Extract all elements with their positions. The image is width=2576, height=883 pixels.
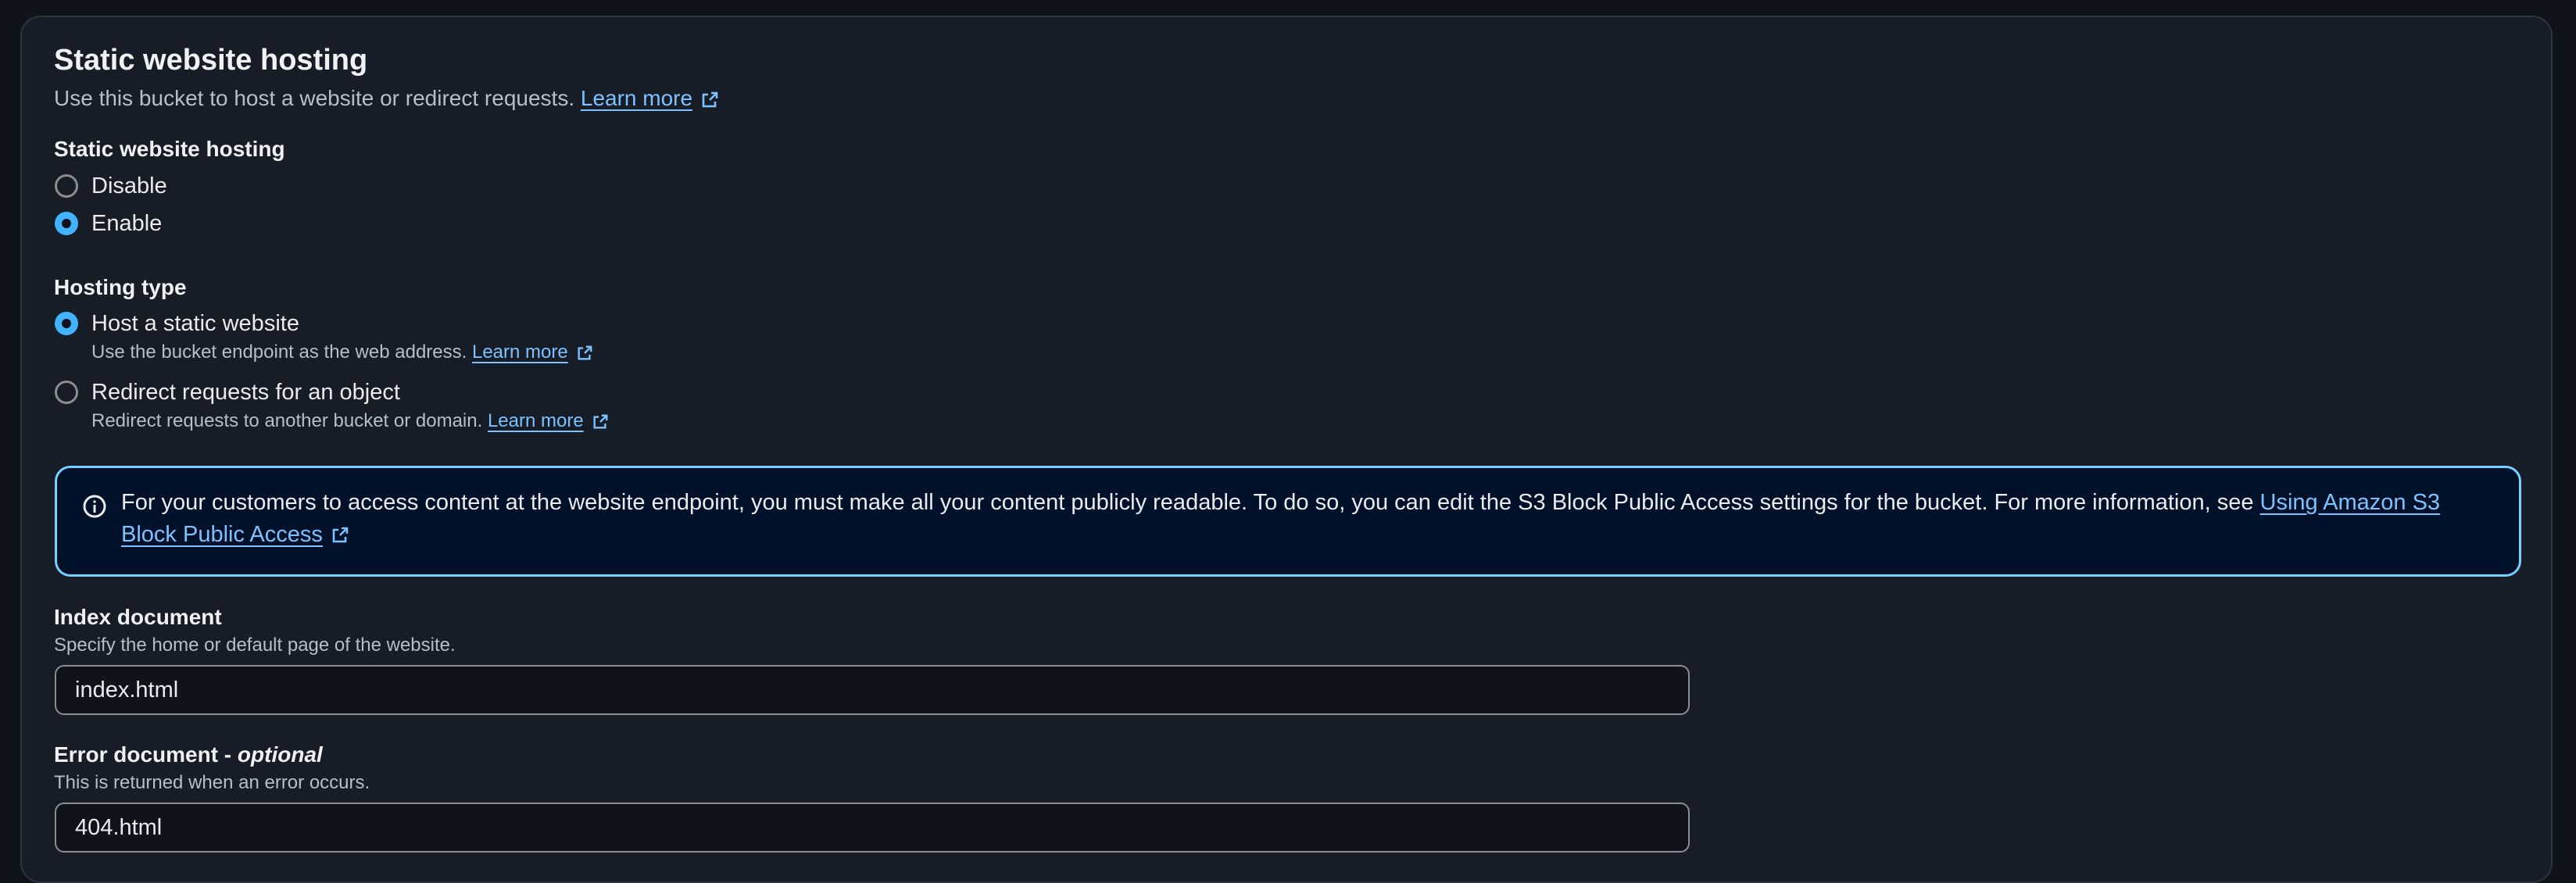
radio-enable-label[interactable]: Enable	[91, 211, 162, 237]
radio-disable[interactable]	[55, 174, 78, 198]
index-document-input[interactable]: index.html	[55, 665, 1690, 715]
external-link-icon	[593, 414, 608, 429]
hosting-type-label: Hosting type	[54, 275, 187, 299]
optional-tag: optional	[237, 742, 323, 767]
redirect-requests-learn-more-link[interactable]: Learn more	[488, 410, 609, 431]
learn-more-label: Learn more	[471, 341, 568, 363]
info-alert-text: For your customers to access content at …	[121, 490, 2260, 515]
radio-redirect-requests[interactable]	[55, 381, 78, 404]
external-link-icon	[702, 91, 718, 107]
error-document-description: This is returned when an error occurs.	[54, 772, 370, 793]
error-document-label-text: Error document -	[54, 742, 238, 767]
external-link-icon	[332, 527, 349, 543]
radio-redirect-requests-label[interactable]: Redirect requests for an object	[91, 380, 400, 406]
error-document-input[interactable]: 404.html	[55, 803, 1690, 853]
static-website-hosting-panel: Static website hosting Use this bucket t…	[20, 16, 2553, 883]
page: Static website hosting Use this bucket t…	[0, 0, 2576, 883]
hosting-toggle-label: Static website hosting	[54, 137, 285, 161]
section-description-text: Use this bucket to host a website or red…	[54, 86, 575, 110]
learn-more-label: Learn more	[487, 410, 584, 431]
radio-host-static-website[interactable]	[55, 312, 78, 335]
host-static-website-learn-more-link[interactable]: Learn more	[472, 341, 593, 363]
redirect-requests-description: Redirect requests to another bucket or d…	[91, 410, 609, 432]
radio-disable-label[interactable]: Disable	[91, 173, 167, 199]
section-title: Static website hosting	[54, 44, 368, 77]
info-alert: For your customers to access content at …	[55, 466, 2521, 577]
index-document-label: Index document	[54, 605, 222, 629]
host-static-website-description: Use the bucket endpoint as the web addre…	[91, 341, 593, 363]
info-alert-message: For your customers to access content at …	[121, 487, 2497, 551]
radio-enable[interactable]	[55, 212, 78, 235]
info-icon	[83, 495, 106, 518]
error-document-label: Error document - optional	[54, 742, 323, 767]
section-description: Use this bucket to host a website or red…	[54, 86, 719, 111]
external-link-icon	[578, 345, 592, 360]
redirect-requests-description-text: Redirect requests to another bucket or d…	[91, 410, 483, 431]
learn-more-link[interactable]: Learn more	[581, 86, 719, 110]
learn-more-label: Learn more	[580, 86, 693, 110]
host-static-website-description-text: Use the bucket endpoint as the web addre…	[91, 341, 467, 363]
radio-host-static-website-label[interactable]: Host a static website	[91, 311, 299, 337]
index-document-description: Specify the home or default page of the …	[54, 635, 456, 656]
